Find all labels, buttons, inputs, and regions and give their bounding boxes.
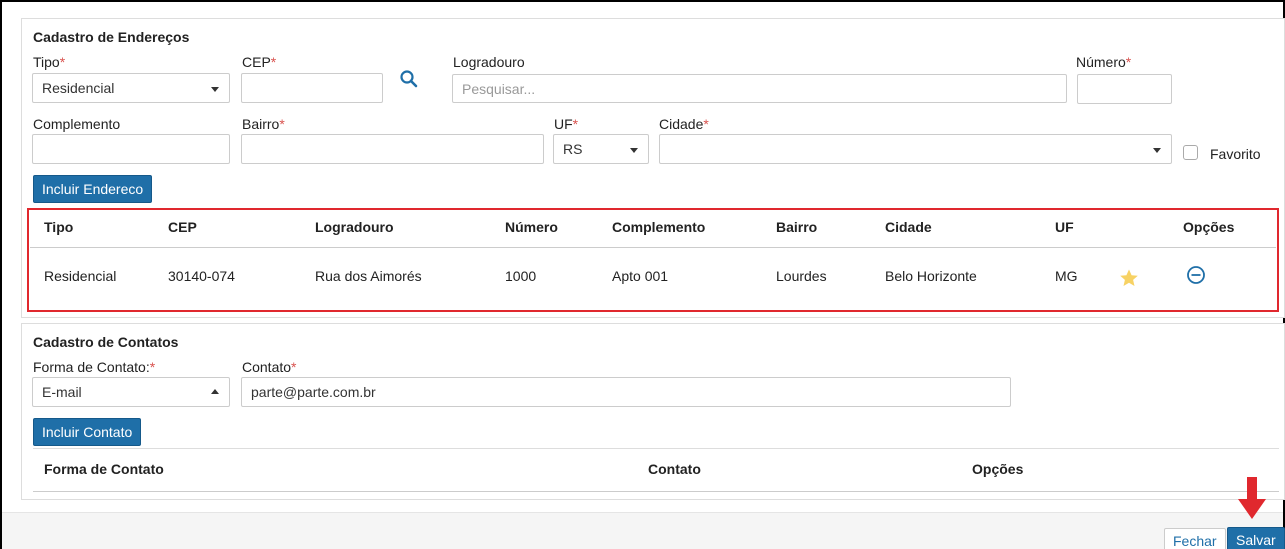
cell-tipo: Residencial bbox=[44, 268, 117, 284]
remove-circle-icon[interactable] bbox=[1186, 265, 1206, 285]
col-header-opcoes: Opções bbox=[972, 461, 1024, 477]
chevron-down-icon bbox=[630, 148, 638, 153]
incluir-endereco-button[interactable]: Incluir Endereco bbox=[33, 175, 153, 203]
bairro-label: Bairro* bbox=[242, 116, 285, 132]
salvar-button[interactable]: Salvar bbox=[1227, 527, 1285, 549]
cell-numero: 1000 bbox=[505, 268, 537, 284]
forma-contato-select[interactable]: E-mail bbox=[32, 377, 230, 407]
tipo-select[interactable]: Residencial bbox=[32, 73, 230, 103]
forma-contato-value: E-mail bbox=[42, 384, 82, 400]
numero-input[interactable] bbox=[1077, 74, 1172, 104]
bairro-input[interactable] bbox=[241, 134, 544, 164]
cep-input[interactable] bbox=[241, 73, 383, 103]
modal-footer bbox=[2, 512, 1283, 549]
col-header-cidade: Cidade bbox=[885, 219, 932, 235]
col-header-uf: UF bbox=[1055, 219, 1074, 235]
fechar-button[interactable]: Fechar bbox=[1164, 528, 1226, 549]
col-header-logradouro: Logradouro bbox=[315, 219, 394, 235]
contatos-table-top-divider bbox=[33, 448, 1279, 449]
col-header-forma-contato: Forma de Contato bbox=[44, 461, 164, 477]
complemento-label: Complemento bbox=[33, 116, 121, 132]
favorito-label: Favorito bbox=[1210, 146, 1261, 162]
uf-label: UF* bbox=[554, 116, 579, 132]
col-header-contato: Contato bbox=[648, 461, 701, 477]
cell-logradouro: Rua dos Aimorés bbox=[315, 268, 422, 284]
col-header-cep: CEP bbox=[168, 219, 197, 235]
search-icon[interactable] bbox=[398, 68, 420, 90]
forma-contato-label: Forma de Contato:* bbox=[33, 359, 156, 375]
tipo-label: Tipo* bbox=[33, 54, 66, 70]
table-header-divider bbox=[30, 247, 1276, 248]
tipo-select-value: Residencial bbox=[42, 80, 115, 96]
chevron-up-icon bbox=[211, 389, 219, 394]
col-header-complemento: Complemento bbox=[612, 219, 706, 235]
chevron-down-icon bbox=[211, 87, 219, 92]
col-header-bairro: Bairro bbox=[776, 219, 818, 235]
enderecos-title: Cadastro de Endereços bbox=[33, 29, 190, 45]
logradouro-search-input[interactable]: Pesquisar... bbox=[452, 74, 1067, 103]
cep-label: CEP* bbox=[242, 54, 277, 70]
contatos-title: Cadastro de Contatos bbox=[33, 334, 179, 350]
col-header-numero: Número bbox=[505, 219, 558, 235]
cidade-label: Cidade* bbox=[659, 116, 709, 132]
incluir-contato-button[interactable]: Incluir Contato bbox=[33, 418, 142, 446]
uf-select[interactable]: RS bbox=[553, 134, 649, 164]
col-header-tipo: Tipo bbox=[44, 219, 74, 235]
contatos-table-bottom-divider bbox=[33, 491, 1279, 492]
cell-cidade: Belo Horizonte bbox=[885, 268, 977, 284]
col-header-opcoes: Opções bbox=[1183, 219, 1235, 235]
cell-uf: MG bbox=[1055, 268, 1078, 284]
favorito-checkbox[interactable] bbox=[1183, 145, 1198, 160]
cell-cep: 30140-074 bbox=[168, 268, 235, 284]
logradouro-label: Logradouro bbox=[453, 54, 525, 70]
chevron-down-icon bbox=[1153, 148, 1161, 153]
arrow-down-icon bbox=[1238, 477, 1266, 521]
cell-complemento: Apto 001 bbox=[612, 268, 669, 284]
complemento-input[interactable] bbox=[32, 134, 230, 164]
numero-label: Número* bbox=[1076, 54, 1132, 70]
cidade-select[interactable] bbox=[659, 134, 1172, 164]
contato-input[interactable]: parte@parte.com.br bbox=[241, 377, 1011, 407]
contato-label: Contato* bbox=[242, 359, 297, 375]
cell-bairro: Lourdes bbox=[776, 268, 827, 284]
uf-select-value: RS bbox=[563, 141, 583, 157]
favorite-star-icon[interactable] bbox=[1119, 268, 1139, 288]
